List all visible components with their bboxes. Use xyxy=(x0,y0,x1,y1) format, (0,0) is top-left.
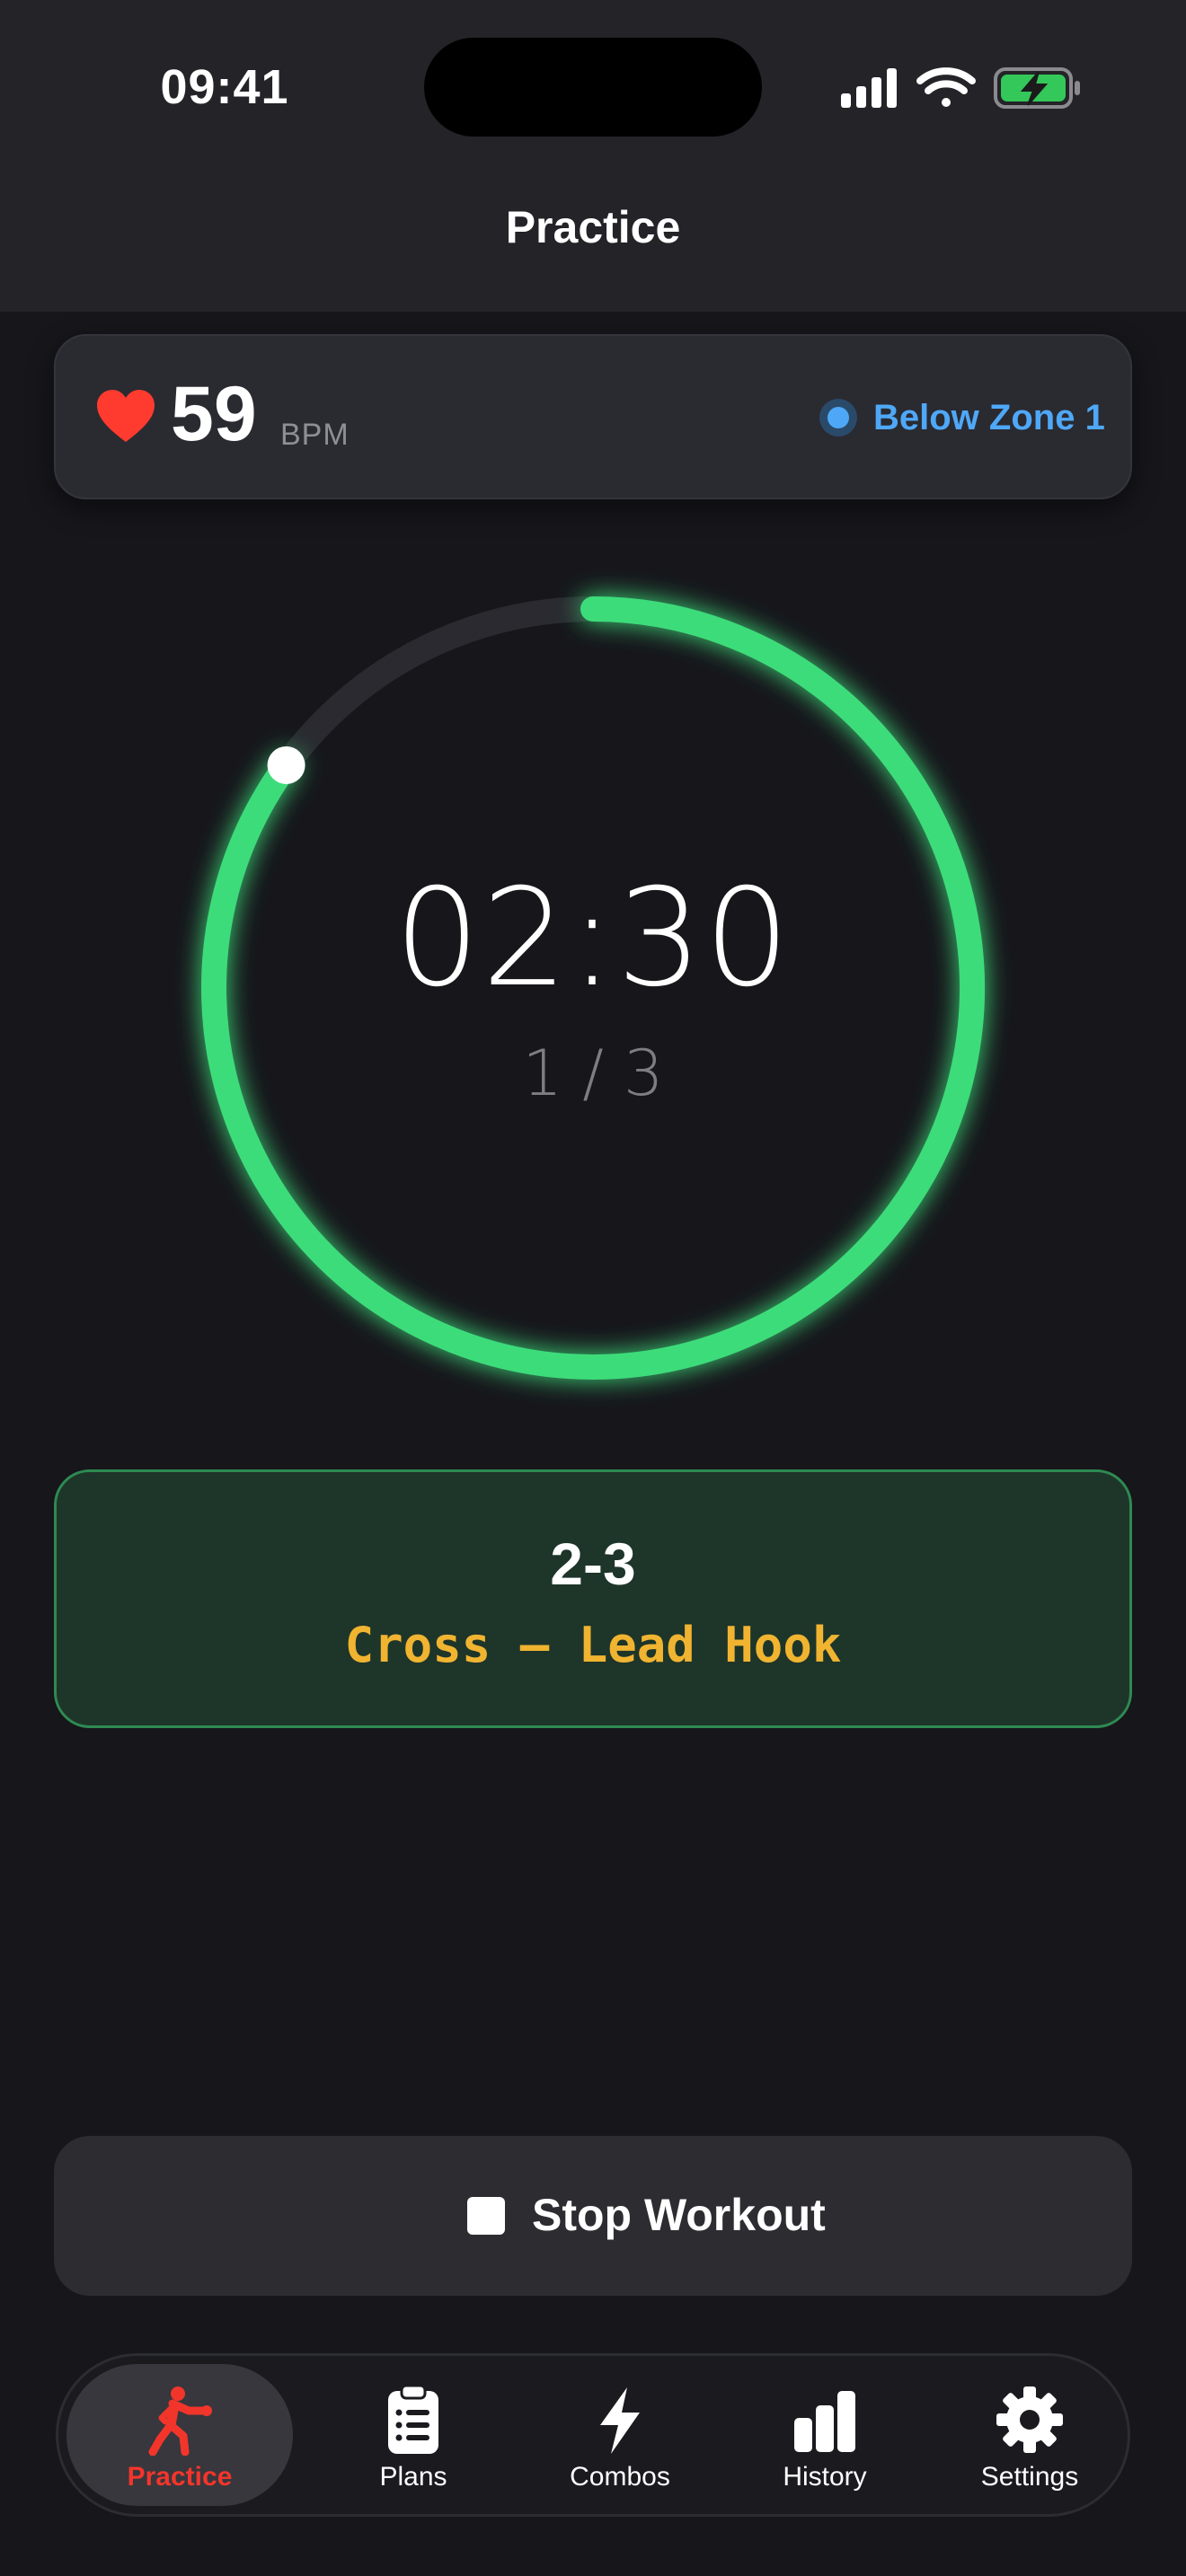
tab-bar: Practice Plans Combos History Settings xyxy=(56,2353,1130,2517)
practice-screen: 09:41 Practice 59 BPM Below Zone 1 02:30… xyxy=(0,0,1186,2576)
round-counter: 1 / 3 xyxy=(522,1037,664,1110)
clipboard-list-icon xyxy=(388,2384,438,2454)
zone-label: Below Zone 1 xyxy=(873,398,1105,437)
tab-label: Settings xyxy=(980,2462,1079,2492)
wifi-icon xyxy=(916,67,976,107)
stop-workout-button[interactable]: Stop Workout xyxy=(54,2136,1132,2296)
tab-plans[interactable]: Plans xyxy=(310,2364,517,2506)
bar-chart-icon xyxy=(794,2391,855,2452)
timer-ring: 02:30 1 / 3 xyxy=(162,557,1024,1419)
stop-workout-label: Stop Workout xyxy=(532,2190,826,2240)
boxer-figure-icon xyxy=(148,2386,212,2456)
status-icons xyxy=(841,67,1080,109)
tab-combos[interactable]: Combos xyxy=(517,2364,723,2506)
combo-card: 2-3 Cross – Lead Hook xyxy=(54,1469,1132,1728)
gear-icon xyxy=(996,2386,1063,2453)
heart-rate-value: 59 xyxy=(171,371,257,457)
status-time: 09:41 xyxy=(160,60,289,114)
zone-indicator-icon xyxy=(819,399,857,437)
combo-name: Cross – Lead Hook xyxy=(344,1617,842,1673)
tab-label: Combos xyxy=(570,2462,670,2492)
timer-countdown: 02:30 xyxy=(394,860,792,1017)
heart-rate-card: 59 BPM Below Zone 1 xyxy=(54,334,1132,499)
top-bar: 09:41 Practice xyxy=(0,0,1186,312)
lightning-bolt-icon xyxy=(600,2387,640,2454)
timer-ring-knob xyxy=(267,745,305,784)
cellular-signal-icon xyxy=(841,68,897,108)
dynamic-island xyxy=(424,38,762,137)
tab-practice[interactable]: Practice xyxy=(66,2364,293,2506)
tab-label: History xyxy=(783,2462,867,2492)
combo-code: 2-3 xyxy=(550,1531,636,1597)
heart-rate-unit: BPM xyxy=(280,418,350,452)
page-title: Practice xyxy=(505,202,681,252)
battery-charging-icon xyxy=(994,67,1080,109)
heart-icon xyxy=(97,390,155,442)
tab-label: Plans xyxy=(379,2462,447,2492)
tab-label: Practice xyxy=(127,2462,233,2492)
tab-history[interactable]: History xyxy=(721,2364,928,2506)
stop-square-icon xyxy=(467,2197,505,2235)
tab-settings[interactable]: Settings xyxy=(926,2364,1133,2506)
